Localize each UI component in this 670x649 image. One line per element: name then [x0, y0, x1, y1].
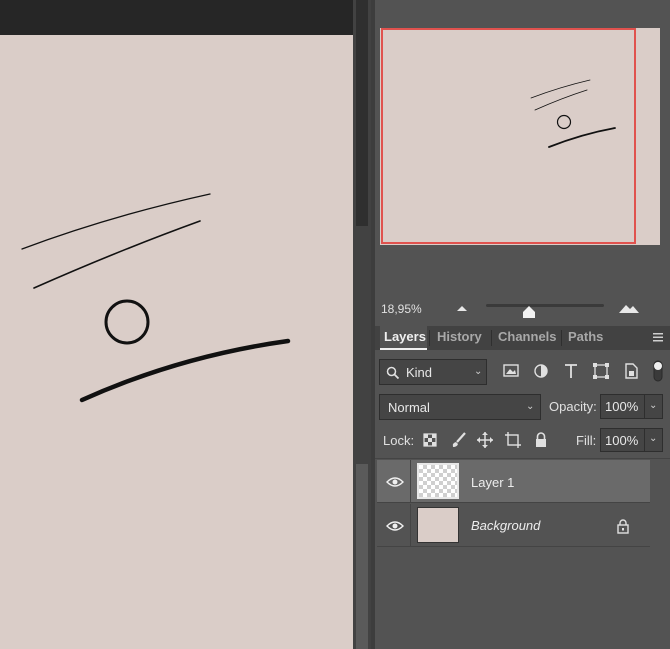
- scrollbar-track-lower[interactable]: [356, 464, 368, 649]
- opacity-label: Opacity:: [549, 399, 597, 414]
- brush-circle: [104, 299, 150, 345]
- adjustment-filter-icon[interactable]: [531, 361, 551, 381]
- filter-kind-label: Kind: [406, 365, 433, 380]
- type-filter-icon[interactable]: [561, 361, 581, 381]
- chevron-down-icon: ⌄: [526, 401, 535, 412]
- visibility-separator: [410, 460, 411, 502]
- chevron-down-icon: ⌄: [474, 366, 483, 377]
- blend-mode-value: Normal: [388, 400, 430, 415]
- zoom-slider-handle[interactable]: [523, 306, 535, 318]
- fill-value[interactable]: 100%: [605, 433, 638, 448]
- tab-paths[interactable]: Paths: [564, 326, 609, 350]
- tab-separator: [491, 330, 492, 346]
- panel-separator: [375, 458, 670, 459]
- row-separator: [377, 502, 650, 503]
- lock-all-icon[interactable]: [532, 431, 550, 449]
- document-tab-bar: [0, 0, 353, 35]
- visibility-separator: [410, 504, 411, 546]
- lock-artboard-icon[interactable]: [504, 431, 522, 449]
- row-separator: [377, 546, 650, 547]
- layer-lock-icon[interactable]: [616, 518, 630, 534]
- layer-filter-select[interactable]: Kind ⌄: [379, 359, 487, 385]
- tab-separator: [429, 330, 430, 346]
- zoom-slider[interactable]: [486, 304, 604, 307]
- tab-history[interactable]: History: [433, 326, 489, 350]
- smart-object-filter-icon[interactable]: [621, 361, 641, 381]
- canvas[interactable]: [0, 35, 353, 649]
- fill-input[interactable]: 100% ⌄: [600, 428, 663, 452]
- brush-stroke-1: [21, 193, 211, 250]
- scrollbar-thumb[interactable]: [356, 0, 368, 226]
- eye-icon[interactable]: [386, 520, 404, 532]
- canvas-drawing: [21, 193, 291, 403]
- filter-toggle-icon[interactable]: [653, 360, 663, 382]
- tab-layers[interactable]: Layers: [380, 326, 427, 350]
- field-separator: [644, 429, 645, 451]
- zoom-level[interactable]: 18,95%: [381, 302, 422, 316]
- field-separator: [644, 395, 645, 418]
- opacity-input[interactable]: 100% ⌄: [600, 394, 663, 419]
- chevron-down-icon[interactable]: ⌄: [649, 400, 657, 411]
- panel-menu-icon[interactable]: [652, 330, 664, 344]
- lock-transparent-pixels-icon[interactable]: [421, 431, 439, 449]
- opacity-value[interactable]: 100%: [605, 399, 638, 414]
- brush-stroke-3: [79, 338, 291, 403]
- image-filter-icon[interactable]: [501, 361, 521, 381]
- layer-name[interactable]: Background: [471, 518, 540, 533]
- lock-position-icon[interactable]: [476, 431, 494, 449]
- lock-label: Lock:: [383, 433, 415, 448]
- fill-label: Fill:: [576, 433, 597, 448]
- blend-mode-select[interactable]: Normal ⌄: [379, 394, 541, 420]
- navigator-view-box[interactable]: [381, 28, 636, 244]
- tab-channels[interactable]: Channels: [494, 326, 559, 350]
- layer-name[interactable]: Layer 1: [471, 475, 514, 490]
- layer-thumbnail-layer-1[interactable]: [417, 463, 459, 499]
- brush-stroke-2: [33, 220, 201, 289]
- layer-thumbnail-background[interactable]: [417, 507, 459, 543]
- zoom-in-icon[interactable]: [618, 300, 640, 314]
- tab-separator: [561, 330, 562, 346]
- shape-filter-icon[interactable]: [591, 361, 611, 381]
- search-icon: [386, 366, 400, 380]
- zoom-out-icon[interactable]: [455, 303, 469, 313]
- chevron-down-icon[interactable]: ⌄: [649, 433, 657, 444]
- eye-icon[interactable]: [386, 476, 404, 488]
- lock-image-pixels-icon[interactable]: [450, 431, 468, 449]
